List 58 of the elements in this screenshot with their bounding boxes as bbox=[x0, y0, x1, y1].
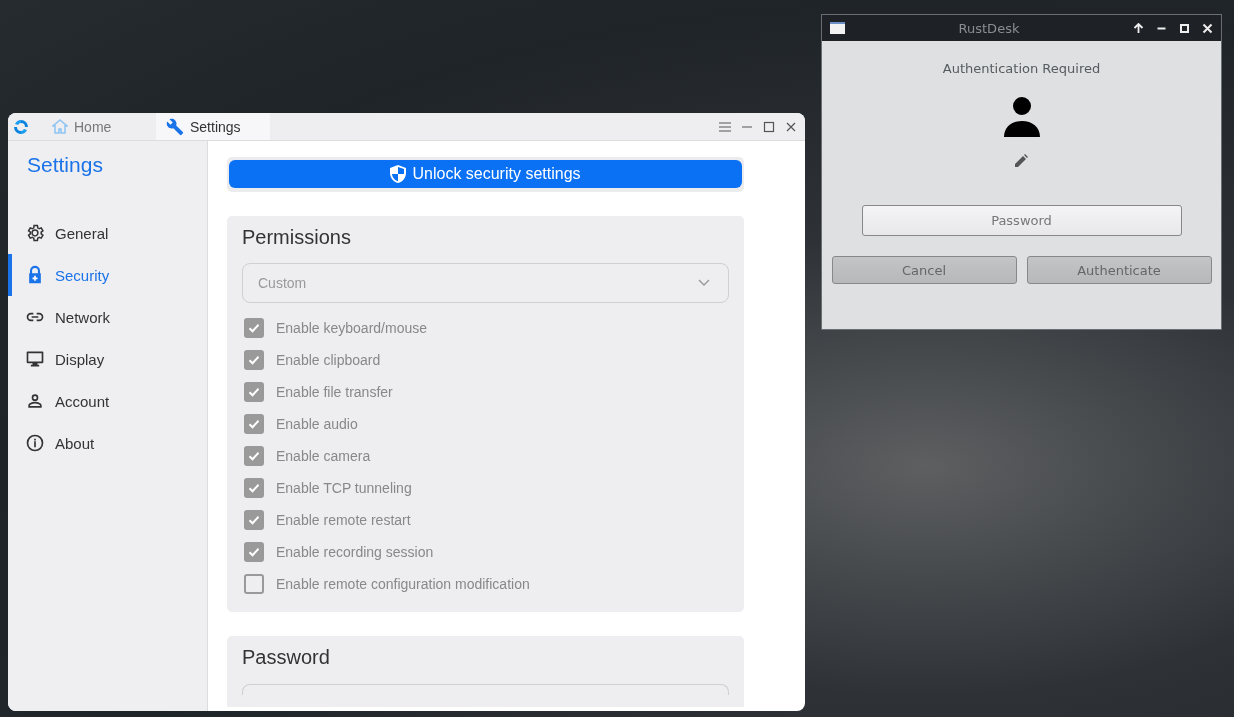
option-label: Enable recording session bbox=[276, 544, 434, 560]
dialog-heading: Authentication Required bbox=[942, 61, 1101, 76]
checkbox[interactable] bbox=[244, 382, 264, 402]
option-label: Enable TCP tunneling bbox=[276, 480, 412, 496]
shield-icon bbox=[390, 165, 407, 183]
close-icon[interactable] bbox=[785, 120, 797, 133]
pencil-icon[interactable] bbox=[1015, 154, 1028, 167]
sidebar-title: Settings bbox=[26, 152, 103, 178]
monitor-icon bbox=[25, 349, 45, 369]
sidebar-item[interactable]: General bbox=[8, 212, 207, 254]
info-icon bbox=[25, 433, 45, 453]
sidebar-item[interactable]: About bbox=[8, 422, 207, 464]
up-arrow-icon[interactable] bbox=[1133, 22, 1144, 34]
section-title: Password bbox=[242, 646, 330, 670]
checkmark-icon bbox=[247, 321, 261, 335]
chevron-down-icon bbox=[698, 279, 710, 287]
password-input[interactable]: Password bbox=[861, 205, 1182, 236]
user-avatar-icon bbox=[1003, 97, 1040, 137]
app-logo-icon bbox=[12, 117, 30, 136]
checkbox[interactable] bbox=[244, 478, 264, 498]
window-title: RustDesk bbox=[958, 20, 1020, 36]
password-field[interactable] bbox=[242, 684, 729, 695]
section-title: Permissions bbox=[242, 226, 351, 250]
checkbox[interactable] bbox=[244, 318, 264, 338]
checkbox[interactable] bbox=[244, 574, 264, 594]
checkmark-icon bbox=[247, 353, 261, 367]
window-icon bbox=[830, 22, 845, 34]
unlock-button[interactable]: Unlock security settings bbox=[229, 160, 742, 188]
sidebar-item[interactable]: Display bbox=[8, 338, 207, 380]
checkmark-icon bbox=[247, 513, 261, 527]
option-label: Enable keyboard/mouse bbox=[276, 320, 427, 336]
option-label: Enable remote restart bbox=[276, 512, 411, 528]
gear-icon bbox=[25, 223, 45, 243]
option-label: Enable remote configuration modification bbox=[276, 576, 530, 592]
person-icon bbox=[25, 391, 45, 411]
checkbox[interactable] bbox=[244, 414, 264, 434]
maximize-icon[interactable] bbox=[763, 120, 775, 133]
home-icon bbox=[52, 119, 68, 134]
menu-icon[interactable] bbox=[719, 121, 731, 132]
checkmark-icon bbox=[247, 417, 261, 431]
option-label: Enable file transfer bbox=[276, 384, 393, 400]
sidebar-item[interactable]: Network bbox=[8, 296, 207, 338]
tab[interactable]: Settings bbox=[156, 113, 270, 140]
sidebar-item[interactable]: Security bbox=[8, 254, 207, 296]
checkmark-icon bbox=[247, 385, 261, 399]
option-label: Enable audio bbox=[276, 416, 358, 432]
option-label: Enable camera bbox=[276, 448, 371, 464]
checkbox[interactable] bbox=[244, 446, 264, 466]
checkmark-icon bbox=[247, 545, 261, 559]
checkbox[interactable] bbox=[244, 542, 264, 562]
checkmark-icon bbox=[247, 481, 261, 495]
wrench-icon bbox=[166, 117, 184, 136]
checkbox[interactable] bbox=[244, 510, 264, 530]
checkmark-icon bbox=[247, 449, 261, 463]
option-label: Enable clipboard bbox=[276, 352, 381, 368]
checkbox[interactable] bbox=[244, 350, 264, 370]
tab[interactable]: Home bbox=[42, 113, 156, 140]
sidebar-item[interactable]: Account bbox=[8, 380, 207, 422]
